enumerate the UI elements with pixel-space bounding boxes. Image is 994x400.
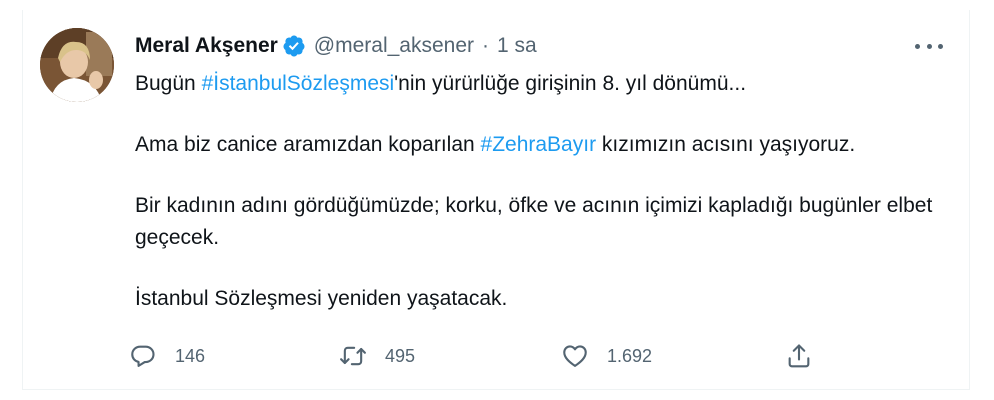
avatar-image bbox=[40, 28, 114, 102]
hashtag-link[interactable]: #İstanbulSözleşmesi bbox=[202, 72, 395, 95]
more-dot bbox=[915, 43, 920, 49]
text-segment: kızımızın acısını yaşıyoruz. bbox=[596, 133, 856, 156]
hashtag-link[interactable]: #ZehraBayır bbox=[481, 133, 597, 156]
tweet-paragraph-1: Bugün #İstanbulSözleşmesi'nin yürürlüğe … bbox=[135, 68, 945, 100]
retweet-icon bbox=[340, 346, 366, 366]
text-segment: 'nin yürürlüğe girişinin 8. yıl dönümü..… bbox=[394, 72, 747, 95]
tweet-card[interactable]: Meral Akşener @meral_aksener · 1 sa Bugü… bbox=[22, 10, 970, 390]
more-dot bbox=[926, 43, 932, 49]
heart-icon bbox=[563, 345, 587, 367]
text-segment: Bugün bbox=[135, 72, 202, 95]
reply-icon bbox=[131, 345, 155, 367]
avatar[interactable] bbox=[40, 28, 114, 102]
author-handle[interactable]: @meral_aksener bbox=[314, 32, 474, 60]
retweet-button[interactable]: 495 bbox=[339, 336, 415, 376]
share-icon bbox=[788, 344, 810, 368]
tweet-text: Bugün #İstanbulSözleşmesi'nin yürürlüğe … bbox=[135, 68, 945, 315]
header-separator: · bbox=[482, 34, 490, 57]
text-segment: Ama biz canice aramızdan koparılan bbox=[135, 133, 481, 156]
more-horizontal-icon[interactable] bbox=[915, 36, 943, 56]
tweet-paragraph-4: İstanbul Sözleşmesi yeniden yaşatacak. bbox=[135, 287, 508, 310]
reply-button[interactable]: 146 bbox=[129, 336, 205, 376]
retweet-count: 495 bbox=[385, 345, 416, 366]
tweet-paragraph-2: Ama biz canice aramızdan koparılan #Zehr… bbox=[135, 129, 945, 161]
reply-count: 146 bbox=[175, 345, 206, 366]
tweet-paragraph-3: Bir kadının adını gördüğümüzde; korku, ö… bbox=[135, 194, 933, 249]
tweet-header: Meral Akşener @meral_aksener · 1 sa bbox=[135, 32, 537, 60]
more-dot bbox=[938, 43, 943, 49]
like-button[interactable]: 1.692 bbox=[561, 336, 652, 376]
share-button[interactable] bbox=[785, 336, 813, 376]
tweet-time[interactable]: 1 sa bbox=[497, 32, 537, 60]
verified-badge-icon bbox=[282, 34, 306, 58]
tweet-actions: 146 495 1.692 bbox=[129, 336, 829, 376]
author-name[interactable]: Meral Akşener bbox=[135, 32, 278, 60]
like-count: 1.692 bbox=[607, 345, 653, 366]
